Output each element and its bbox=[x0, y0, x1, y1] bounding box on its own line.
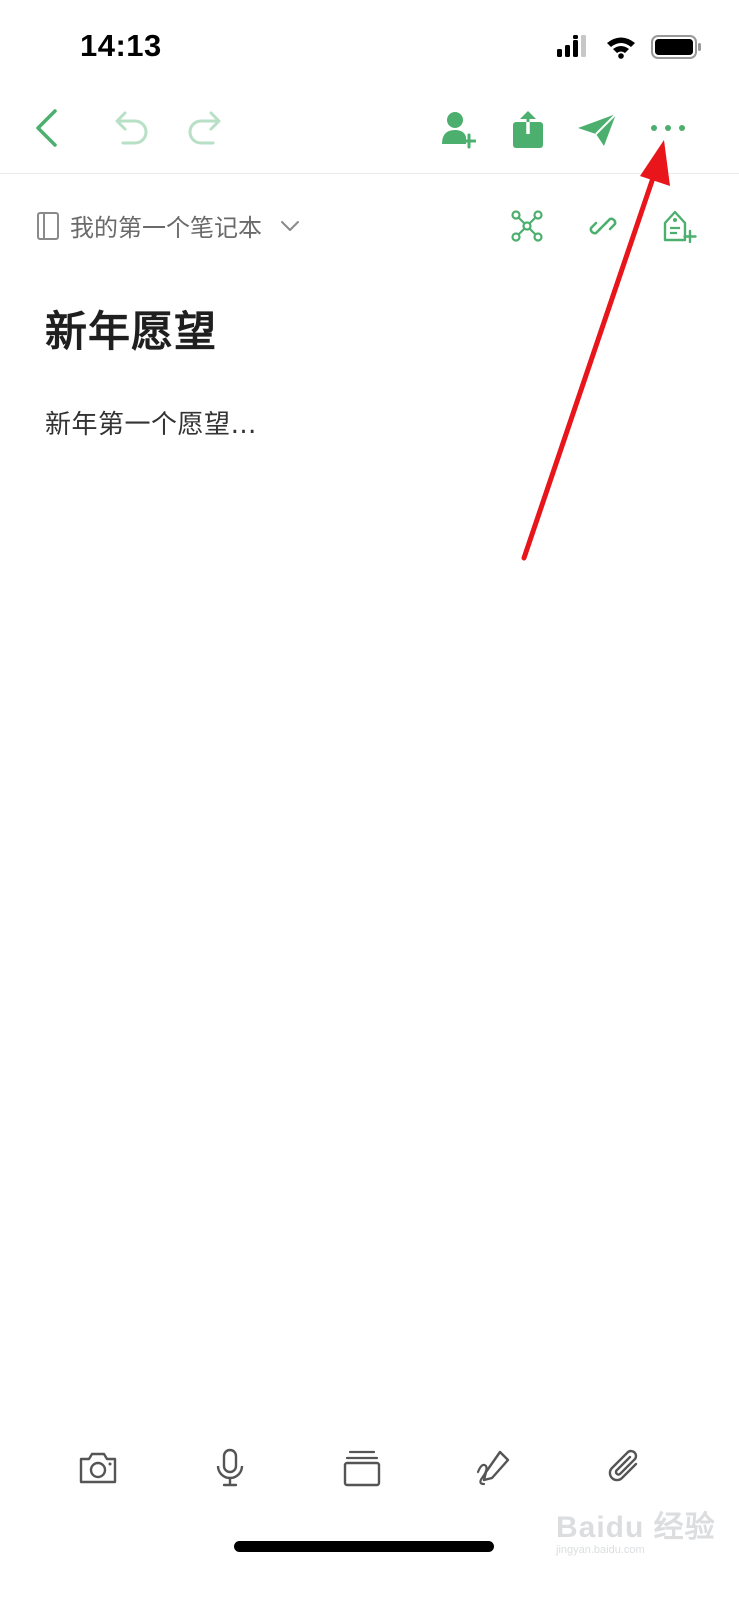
notebook-row: 我的第一个笔记本 bbox=[0, 200, 739, 260]
share-button[interactable] bbox=[504, 104, 552, 154]
more-button[interactable] bbox=[646, 110, 690, 146]
status-time: 14:13 bbox=[80, 28, 162, 63]
camera-icon bbox=[79, 1452, 117, 1484]
camera-button[interactable] bbox=[70, 1440, 126, 1496]
add-collaborator-button[interactable] bbox=[434, 106, 482, 154]
bottom-toolbar bbox=[0, 1440, 739, 1500]
microphone-button[interactable] bbox=[202, 1440, 258, 1496]
redo-icon bbox=[188, 111, 221, 145]
notebook-name: 我的第一个笔记本 bbox=[70, 214, 262, 242]
attachment-button[interactable] bbox=[598, 1440, 654, 1496]
link-icon bbox=[589, 217, 617, 235]
attachment-icon bbox=[608, 1449, 638, 1482]
note-title[interactable]: 新年愿望 bbox=[45, 298, 217, 359]
note-toolbar bbox=[0, 96, 739, 174]
wifi-icon bbox=[605, 35, 637, 63]
chevron-down-icon bbox=[281, 220, 299, 231]
notebook-actions bbox=[507, 206, 699, 246]
note-body[interactable]: 新年第一个愿望… bbox=[45, 404, 257, 441]
link-button[interactable] bbox=[583, 206, 623, 246]
status-bar: 14:13 bbox=[0, 0, 739, 96]
home-indicator[interactable] bbox=[234, 1541, 494, 1552]
more-icon bbox=[651, 125, 685, 131]
cellular-signal-icon bbox=[557, 35, 591, 63]
back-chevron-icon bbox=[36, 109, 57, 147]
share-icon bbox=[513, 111, 543, 148]
add-tag-icon bbox=[663, 210, 697, 243]
watermark: Baidu 经验 jingyan.baidu.com bbox=[556, 1502, 716, 1556]
back-button[interactable] bbox=[24, 106, 68, 150]
handwriting-button[interactable] bbox=[466, 1440, 522, 1496]
stack-icon bbox=[343, 1450, 381, 1487]
mind-map-button[interactable] bbox=[507, 206, 547, 246]
battery-icon bbox=[651, 34, 703, 64]
status-icons bbox=[557, 34, 703, 64]
notebook-selector[interactable]: 我的第一个笔记本 bbox=[36, 208, 300, 243]
undo-button[interactable] bbox=[108, 106, 156, 150]
redo-button[interactable] bbox=[180, 106, 228, 150]
watermark-sub: jingyan.baidu.com bbox=[556, 1544, 645, 1556]
add-person-icon bbox=[442, 112, 476, 149]
send-button[interactable] bbox=[574, 108, 620, 152]
handwriting-icon bbox=[476, 1450, 510, 1486]
watermark-main: Baidu 经验 bbox=[556, 1511, 716, 1544]
mind-map-icon bbox=[511, 210, 543, 242]
undo-icon bbox=[115, 111, 148, 145]
notebook-icon bbox=[37, 211, 59, 240]
send-icon bbox=[578, 113, 617, 146]
stack-button[interactable] bbox=[334, 1440, 390, 1496]
microphone-icon bbox=[216, 1448, 244, 1487]
add-tag-button[interactable] bbox=[659, 206, 699, 246]
